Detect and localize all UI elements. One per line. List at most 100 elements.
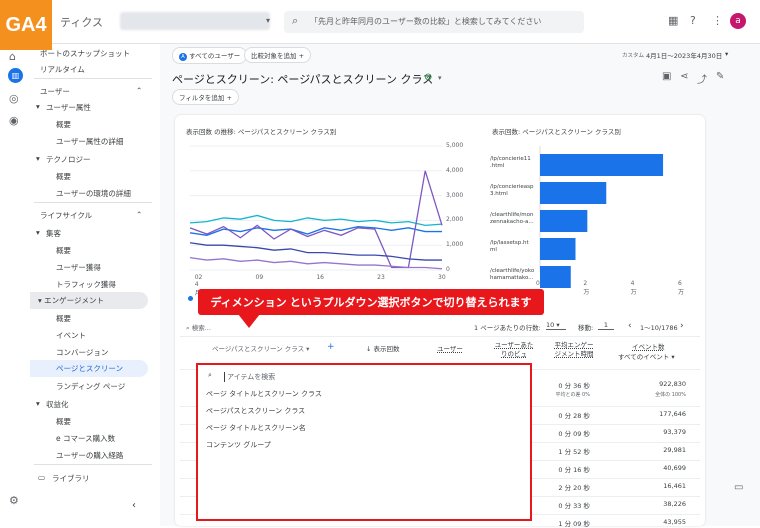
- sidebar-item-eng-overview[interactable]: 概要: [56, 313, 71, 324]
- col-events-sub[interactable]: すべてのイベント ▾: [618, 351, 675, 361]
- sidebar-item-events[interactable]: イベント: [56, 330, 86, 341]
- cell-avg-eng: 0 分 33 秒: [558, 502, 590, 510]
- sidebar-item-traffic-acq[interactable]: トラフィック獲得: [56, 279, 116, 290]
- sidebar-item-landing[interactable]: ランディング ページ: [56, 381, 125, 392]
- nav-rail: ⌂ ▥ ◎ ◉ ⚙: [0, 44, 30, 526]
- y-tick-label: 2,000: [446, 216, 464, 224]
- add-dimension-button[interactable]: +: [327, 342, 335, 352]
- sidebar-item-demo-overview[interactable]: 概要: [56, 119, 71, 130]
- chevron-down-icon[interactable]: ▾: [266, 16, 270, 25]
- bar: [540, 266, 571, 288]
- sidebar-item-acq-overview[interactable]: 概要: [56, 245, 71, 256]
- avatar[interactable]: a: [730, 13, 746, 29]
- help-icon[interactable]: ?: [690, 14, 696, 27]
- chevron-up-icon[interactable]: ⌃: [136, 210, 142, 219]
- caret-down-icon: ▾: [36, 154, 40, 163]
- sidebar-item-tech-overview[interactable]: 概要: [56, 171, 71, 182]
- x-tick-label: 2万: [583, 280, 590, 296]
- caret-down-icon: ▾: [306, 345, 310, 353]
- bar: [540, 154, 664, 176]
- sidebar-section-lifecycle[interactable]: ライフサイクル: [40, 210, 92, 221]
- share-icon[interactable]: ⋖: [680, 71, 688, 82]
- dropdown-option[interactable]: ページパスとスクリーン クラス: [206, 406, 305, 416]
- cell-avg-eng: 1 分 09 秒: [558, 520, 590, 528]
- plus-icon: +: [226, 94, 232, 102]
- x-tick-label: 30: [438, 274, 446, 281]
- cell-events: 16,461: [663, 482, 686, 490]
- x-tick-label: 4万: [630, 280, 637, 296]
- divider: [34, 78, 152, 79]
- edit-report-icon[interactable]: ▣: [662, 71, 671, 82]
- y-tick-label: 3,000: [446, 191, 464, 199]
- account-selector[interactable]: [120, 12, 270, 30]
- goto-input[interactable]: 1: [598, 321, 614, 330]
- col-views-per-user-header[interactable]: ユーザーあたりのビュ: [492, 341, 536, 359]
- segment-chip[interactable]: A すべてのユーザー: [172, 47, 248, 64]
- sidebar-item-tech[interactable]: テクノロジー: [46, 154, 91, 165]
- date-range[interactable]: 4月1日〜2023年4月30日: [646, 50, 722, 60]
- sidebar-item-demographics[interactable]: ユーザー属性: [46, 102, 91, 113]
- sidebar-item-purchase-journey[interactable]: ユーザーの購入経路: [56, 450, 123, 461]
- dropdown-option[interactable]: ページ タイトルとスクリーン名: [206, 423, 306, 433]
- col-events-header[interactable]: イベント数: [632, 341, 665, 351]
- callout-pointer: [238, 314, 260, 328]
- sidebar-item-engagement[interactable]: ▾ エンゲージメント: [30, 292, 148, 309]
- sidebar-item-conversions[interactable]: コンバージョン: [56, 347, 108, 358]
- pagination-text: 1〜10/1786: [640, 324, 678, 332]
- sidebar-item-tech-details[interactable]: ユーザーの環境の詳細: [56, 188, 131, 199]
- next-page-icon[interactable]: ›: [680, 321, 684, 331]
- sidebar-item-realtime[interactable]: リアルタイム: [40, 64, 85, 75]
- feedback-icon[interactable]: ▭: [734, 482, 743, 493]
- cell-events: 43,955: [663, 518, 686, 526]
- reports-icon[interactable]: ▥: [8, 68, 23, 83]
- insights-icon[interactable]: ⤴: [697, 71, 707, 86]
- table-search[interactable]: ⌕ 検索...: [186, 322, 211, 333]
- add-filter-button[interactable]: フィルタを追加 +: [172, 89, 239, 105]
- sidebar-item-mon-overview[interactable]: 概要: [56, 416, 71, 427]
- sidebar-item-snapshot[interactable]: ポートのスナップショット: [40, 48, 130, 59]
- add-compare-button[interactable]: 比較対象を追加 +: [244, 47, 312, 63]
- folder-icon: ▭: [38, 473, 46, 482]
- sidebar-item-demo-details[interactable]: ユーザー属性の詳細: [56, 136, 123, 147]
- goto-label: 移動:: [578, 324, 594, 332]
- search-placeholder: 「先月と昨年同月のユーザー数の比較」と検索してみてください: [310, 17, 542, 26]
- col-avg-eng-header[interactable]: 平均エンゲージメント時間: [554, 341, 594, 359]
- y-tick-label: 5,000: [446, 142, 464, 149]
- sidebar-section-users[interactable]: ユーザー: [40, 86, 70, 97]
- chevron-down-icon[interactable]: ▾: [438, 74, 442, 82]
- col-views-header[interactable]: ↓ 表示回数: [366, 343, 400, 353]
- cell-avg-eng: 0 分 09 秒: [558, 430, 590, 438]
- settings-gear-icon[interactable]: ⚙: [9, 494, 19, 507]
- home-icon[interactable]: ⌂: [9, 50, 16, 63]
- sidebar-item-user-acq[interactable]: ユーザー獲得: [56, 262, 101, 273]
- more-vert-icon[interactable]: ⋮: [712, 14, 723, 27]
- sidebar-item-acquisition[interactable]: 集客: [46, 228, 61, 239]
- explore-icon[interactable]: ◎: [9, 92, 19, 105]
- chevron-down-icon[interactable]: ▾: [725, 50, 728, 58]
- dropdown-option[interactable]: コンテンツ グループ: [206, 440, 271, 450]
- collapse-chevron-icon[interactable]: ‹: [132, 500, 136, 511]
- caret-down-icon: ▾: [36, 228, 40, 237]
- bar-label: /lp/concierie11 .html: [490, 156, 531, 169]
- advertising-icon[interactable]: ◉: [9, 114, 19, 127]
- sidebar-item-monetization[interactable]: 収益化: [46, 399, 69, 410]
- x-tick-label: 16: [316, 274, 324, 281]
- apps-icon[interactable]: ▦: [668, 14, 678, 27]
- chevron-up-icon[interactable]: ⌃: [136, 86, 142, 95]
- col-users-header[interactable]: ユーザー: [437, 343, 463, 353]
- pencil-icon[interactable]: ✎: [716, 71, 724, 82]
- sidebar-item-ecommerce[interactable]: e コマース購入数: [56, 433, 115, 444]
- check-circle-icon[interactable]: ⊘: [424, 72, 432, 83]
- cell-avg-eng: 2 分 20 秒: [558, 484, 590, 492]
- rows-per-page-select[interactable]: 10 ▾: [546, 321, 566, 330]
- prev-page-icon[interactable]: ‹: [628, 321, 632, 331]
- sidebar-item-library[interactable]: ライブラリ: [52, 473, 90, 484]
- sidebar-item-pages-screens[interactable]: ページとスクリーン: [30, 360, 148, 377]
- search-bar[interactable]: ⌕ 「先月と昨年同月のユーザー数の比較」と検索してみてください: [284, 11, 584, 33]
- sort-down-icon: ↓: [366, 345, 374, 353]
- dimension-dropdown[interactable]: ページパスとスクリーン クラス ▾: [212, 343, 309, 353]
- dropdown-search-input[interactable]: アイテムを検索: [224, 372, 275, 382]
- dropdown-option[interactable]: ページ タイトルとスクリーン クラス: [206, 389, 322, 399]
- cell-events: 40,699: [663, 464, 686, 472]
- cell-avg-eng: 0 分 16 秒: [558, 466, 590, 474]
